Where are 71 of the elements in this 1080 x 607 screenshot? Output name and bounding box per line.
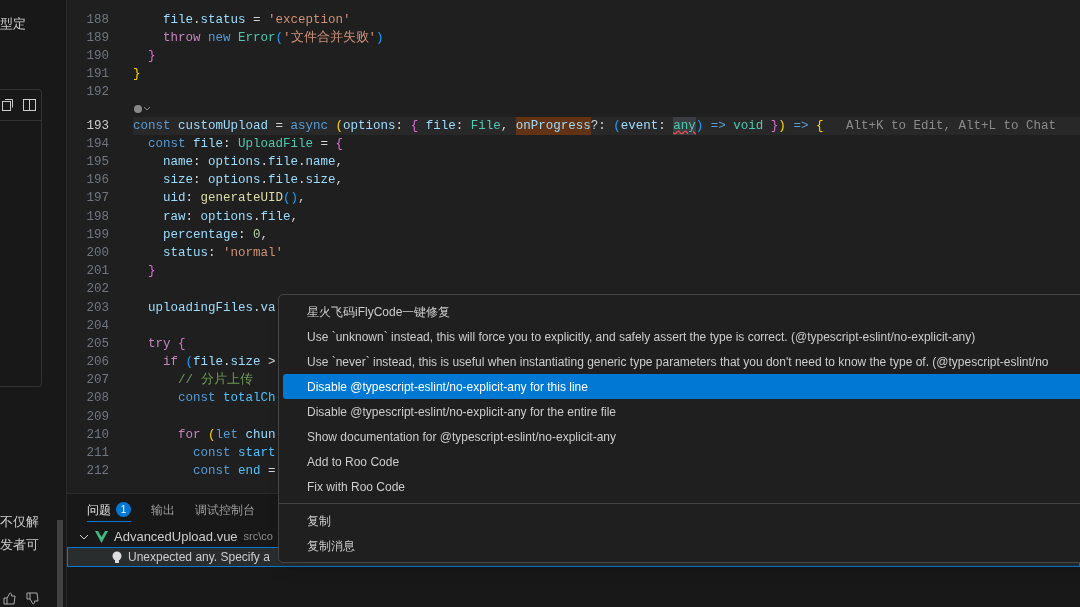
- thumbs-up-icon[interactable]: [3, 592, 16, 605]
- line-number: 200: [85, 244, 109, 262]
- line-number: 204: [85, 317, 109, 335]
- line-number: 194: [85, 135, 109, 153]
- line-number: 210: [85, 426, 109, 444]
- side-text: 型定: [0, 15, 27, 33]
- code-line: size: options.file.size,: [162, 172, 344, 190]
- code-line: name: options.file.name,: [162, 154, 344, 172]
- line-number: 193: [85, 117, 109, 135]
- menu-item[interactable]: Disable @typescript-eslint/no-explicit-any for this line: [283, 374, 1080, 399]
- line-number: 196: [85, 172, 109, 190]
- line-number: 212: [85, 463, 109, 481]
- menu-item[interactable]: 星火飞码iFlyCode一键修复: [283, 299, 1080, 324]
- line-number: 195: [85, 154, 109, 172]
- menu-item[interactable]: 复制消息: [283, 533, 1080, 558]
- menu-item[interactable]: Show documentation for @typescript-eslint/no-explicit-any: [283, 424, 1080, 449]
- side-text: 发者可: [0, 536, 40, 554]
- code-line: try {: [147, 335, 186, 353]
- code-line: file.status = 'exception': [162, 11, 351, 29]
- file-name[interactable]: AdvancedUpload.vue: [114, 526, 238, 547]
- menu-item[interactable]: Fix with Roo Code: [283, 474, 1080, 499]
- line-number: 208: [85, 390, 109, 408]
- code-line: uploadingFiles.va: [147, 299, 276, 317]
- code-line: const start: [192, 445, 276, 463]
- line-number: 191: [85, 66, 109, 84]
- thumbs-down-icon[interactable]: [26, 592, 39, 605]
- line-number: 189: [85, 29, 109, 47]
- panel-tab[interactable]: 调试控制台: [195, 498, 255, 522]
- line-number: 197: [85, 190, 109, 208]
- menu-item[interactable]: Use `never` instead, this is useful when instantiating generic type parameters that you don't need to know the type of. (@typescript-eslint/no: [283, 349, 1080, 374]
- code-line: }: [133, 66, 141, 84]
- code-line: raw: options.file,: [162, 208, 299, 226]
- scrollbar[interactable]: [57, 520, 63, 607]
- code-line: const totalCh: [177, 390, 276, 408]
- lightbulb-icon[interactable]: [112, 550, 122, 564]
- line-number: 199: [85, 226, 109, 244]
- line-number: 198: [85, 208, 109, 226]
- split-icon[interactable]: [23, 98, 36, 111]
- line-number: 205: [85, 335, 109, 353]
- line-number: 203: [85, 299, 109, 317]
- code-line: status: 'normal': [162, 244, 284, 262]
- menu-item[interactable]: Disable @typescript-eslint/no-explicit-any for the entire file: [283, 399, 1080, 424]
- line-number: 206: [85, 354, 109, 372]
- panel-tab[interactable]: 输出: [151, 498, 175, 522]
- file-path: src\co: [243, 529, 273, 545]
- code-line: }: [147, 263, 156, 281]
- vue-icon: [95, 530, 108, 543]
- code-line: for (let chun: [177, 426, 276, 444]
- code-line: uid: generateUID(),: [162, 190, 306, 208]
- menu-item[interactable]: Use `unknown` instead, this will force you to explicitly, and safely assert the type is correct. (@typescript-eslint/no-explicit-any): [283, 324, 1080, 349]
- code-line: const file: UploadFile = {: [147, 135, 344, 153]
- line-number: 209: [85, 408, 109, 426]
- line-number: 211: [85, 445, 109, 463]
- line-number: 207: [85, 372, 109, 390]
- code-line: if (file.size >: [162, 354, 276, 372]
- codelens-icon[interactable]: [133, 104, 151, 115]
- code-line: throw new Error('文件合并失败'): [162, 29, 384, 47]
- menu-item[interactable]: 复制: [283, 508, 1080, 533]
- line-number: 190: [85, 48, 109, 66]
- code-line: // 分片上传: [177, 371, 253, 390]
- code-line: percentage: 0,: [162, 226, 269, 244]
- side-text: 不仅解: [0, 512, 40, 531]
- line-number: 202: [85, 281, 109, 299]
- line-number: 192: [85, 84, 109, 102]
- line-number: 188: [85, 11, 109, 29]
- menu-item[interactable]: Add to Roo Code: [283, 449, 1080, 474]
- code-line: }: [147, 48, 156, 66]
- panel-tab[interactable]: 问题 1: [87, 498, 131, 522]
- code-line: const end =: [192, 463, 276, 481]
- copy-icon[interactable]: [2, 98, 13, 111]
- line-number: 201: [85, 263, 109, 281]
